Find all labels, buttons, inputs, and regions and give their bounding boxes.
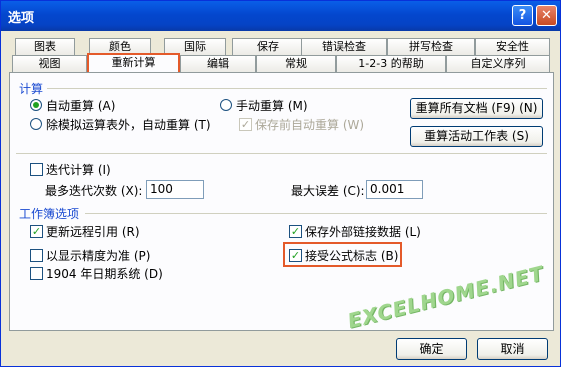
calc-sheet-button[interactable]: 重算活动工作表 (S) (410, 126, 543, 147)
tab-spelling[interactable]: 拼写检查 (387, 38, 475, 55)
update-remote-label: 更新远程引用 (R) (46, 225, 140, 239)
options-dialog: 选项 ? ✕ 图表 颜色 国际 保存 错误检查 拼写检查 安全性 视图 重新计算… (0, 0, 561, 367)
update-remote-checkbox[interactable]: ✓ (30, 225, 43, 238)
iteration-divider (16, 153, 547, 154)
auto-calc-label: 自动重算 (A) (46, 99, 116, 113)
close-button[interactable]: ✕ (536, 5, 557, 26)
radio-selected-dot (33, 102, 39, 108)
tab-view[interactable]: 视图 (12, 55, 87, 72)
calculation-section-label: 计算 (19, 82, 44, 96)
date1904-label: 1904 年日期系统 (D) (46, 267, 163, 281)
dialog-title: 选项 (8, 11, 35, 26)
tab-edit[interactable]: 编辑 (180, 55, 256, 72)
tab-save[interactable]: 保存 (232, 38, 304, 55)
max-change-input[interactable]: 0.001 (366, 180, 423, 199)
workbook-section-label: 工作簿选项 (19, 207, 80, 221)
calculation-section-divider (47, 88, 547, 89)
help-button[interactable]: ? (512, 5, 533, 26)
cancel-button[interactable]: 取消 (477, 338, 548, 360)
tab-error-checking[interactable]: 错误检查 (301, 38, 387, 55)
tab-chart[interactable]: 图表 (15, 38, 75, 55)
accept-labels-checkbox[interactable]: ✓ (289, 249, 302, 262)
precision-as-displayed-checkbox[interactable] (30, 249, 43, 262)
max-iterations-input[interactable]: 100 (146, 180, 204, 199)
tab-custom-lists[interactable]: 自定义序列 (446, 55, 550, 72)
ok-button[interactable]: 确定 (396, 338, 467, 360)
auto-calc-radio[interactable] (30, 99, 42, 111)
precision-as-displayed-label: 以显示精度为准 (P) (46, 249, 151, 263)
save-links-label: 保存外部链接数据 (L) (305, 225, 421, 239)
save-links-checkbox[interactable]: ✓ (289, 225, 302, 238)
workbook-section-divider (85, 213, 547, 214)
auto-except-tables-label: 除模拟运算表外，自动重算 (T) (46, 118, 211, 132)
manual-calc-radio[interactable] (220, 99, 232, 111)
tab-calculation[interactable]: 重新计算 (87, 53, 180, 72)
auto-except-tables-radio[interactable] (30, 118, 42, 130)
tab-security[interactable]: 安全性 (475, 38, 550, 55)
recalc-before-save-checkbox[interactable]: ✓ (239, 118, 252, 131)
manual-calc-label: 手动重算 (M) (236, 99, 308, 113)
title-bar[interactable]: 选项 ? ✕ (1, 1, 560, 31)
tab-general[interactable]: 常规 (256, 55, 336, 72)
iteration-label: 迭代计算 (I) (46, 163, 111, 177)
max-change-label: 最大误差 (C): (291, 184, 365, 198)
recalc-before-save-label: 保存前自动重算 (W) (255, 118, 365, 132)
date1904-checkbox[interactable] (30, 267, 43, 280)
calc-all-button[interactable]: 重算所有文档 (F9) (N) (410, 98, 543, 119)
max-iterations-label: 最多迭代次数 (X): (45, 184, 143, 198)
tab-lotus-help[interactable]: 1-2-3 的帮助 (336, 55, 446, 72)
iteration-checkbox[interactable] (30, 163, 43, 176)
accept-labels-label: 接受公式标志 (B) (305, 249, 399, 263)
